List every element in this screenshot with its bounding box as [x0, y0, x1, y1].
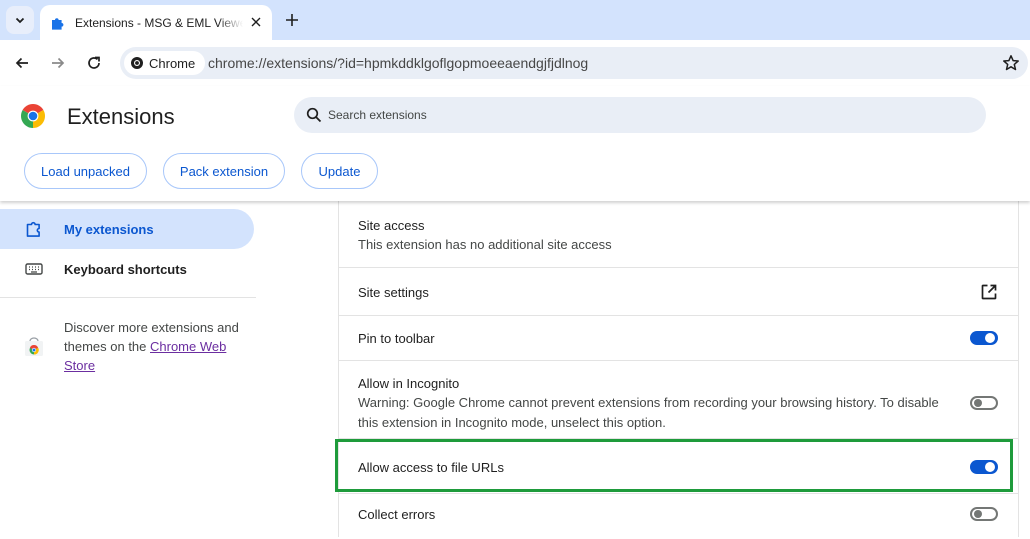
search-box[interactable] — [294, 97, 986, 133]
reload-button[interactable] — [82, 51, 106, 75]
collect-errors-row: Collect errors — [339, 494, 1018, 539]
load-unpacked-button[interactable]: Load unpacked — [24, 153, 147, 189]
url-text[interactable]: chrome://extensions/?id=hpmkddklgoflgopm… — [208, 55, 588, 71]
web-store-icon — [25, 337, 43, 356]
collect-errors-title: Collect errors — [358, 507, 436, 522]
search-input[interactable] — [328, 97, 968, 133]
site-info-chip[interactable]: Chrome — [124, 51, 206, 75]
pin-to-toolbar-row: Pin to toolbar — [339, 316, 1018, 361]
incognito-toggle[interactable] — [970, 396, 998, 410]
open-in-new-icon[interactable] — [980, 283, 998, 301]
incognito-warning: Warning: Google Chrome cannot prevent ex… — [358, 395, 939, 430]
sidebar-item-label: My extensions — [64, 221, 154, 237]
site-settings-row[interactable]: Site settings — [339, 268, 1018, 316]
site-access-subtitle: This extension has no additional site ac… — [358, 237, 612, 252]
sidebar-divider — [0, 297, 256, 298]
tab-title: Extensions - MSG & EML Viewer — [75, 15, 243, 30]
address-bar[interactable]: Chrome chrome://extensions/?id=hpmkddklg… — [120, 47, 1028, 79]
incognito-row: Allow in Incognito Warning: Google Chrom… — [339, 361, 1018, 439]
sidebar: My extensions Keyboard shortcuts Discove… — [0, 201, 256, 537]
pack-extension-button[interactable]: Pack extension — [163, 153, 285, 189]
discover-text: Discover more extensions and themes on t… — [64, 318, 250, 375]
reload-icon — [88, 56, 100, 69]
back-button[interactable] — [10, 51, 34, 75]
chrome-icon — [131, 57, 143, 69]
toggle-knob — [985, 333, 995, 343]
back-arrow-icon — [15, 57, 28, 69]
pin-to-toolbar-toggle[interactable] — [970, 331, 998, 345]
extension-icon — [24, 219, 44, 239]
sidebar-item-my-extensions[interactable]: My extensions — [0, 209, 254, 249]
page-title: Extensions — [67, 104, 175, 129]
sidebar-item-label: Keyboard shortcuts — [64, 261, 187, 277]
site-access-row: Site access This extension has no additi… — [339, 201, 1018, 268]
forward-button[interactable] — [46, 51, 70, 75]
chrome-logo-icon — [21, 104, 45, 128]
site-access-title: Site access — [358, 218, 425, 233]
incognito-title: Allow in Incognito — [358, 376, 460, 391]
new-tab-button[interactable] — [281, 9, 303, 31]
highlight-box — [335, 439, 1013, 492]
plus-icon — [286, 14, 298, 26]
keyboard-icon — [24, 259, 44, 279]
forward-arrow-icon — [52, 57, 65, 69]
toggle-knob — [974, 510, 982, 518]
search-icon — [306, 107, 322, 123]
tab-strip: Extensions - MSG & EML Viewer — [0, 0, 1030, 40]
site-settings-title: Site settings — [358, 285, 429, 300]
collect-errors-toggle[interactable] — [970, 507, 998, 521]
chip-label: Chrome — [149, 55, 196, 71]
toggle-knob — [974, 399, 982, 407]
sidebar-item-keyboard-shortcuts[interactable]: Keyboard shortcuts — [0, 249, 254, 289]
active-tab[interactable]: Extensions - MSG & EML Viewer — [40, 5, 272, 40]
pin-to-toolbar-title: Pin to toolbar — [358, 331, 435, 346]
update-button[interactable]: Update — [301, 153, 378, 189]
close-icon[interactable] — [248, 14, 264, 30]
bookmark-star-icon[interactable] — [1002, 54, 1020, 72]
puzzle-icon — [50, 15, 66, 31]
extensions-header: Extensions Load unpacked Pack extension … — [0, 86, 1030, 201]
chevron-down-icon — [15, 17, 25, 24]
browser-toolbar: Chrome chrome://extensions/?id=hpmkddklg… — [0, 40, 1030, 86]
tab-search-button[interactable] — [6, 6, 34, 34]
